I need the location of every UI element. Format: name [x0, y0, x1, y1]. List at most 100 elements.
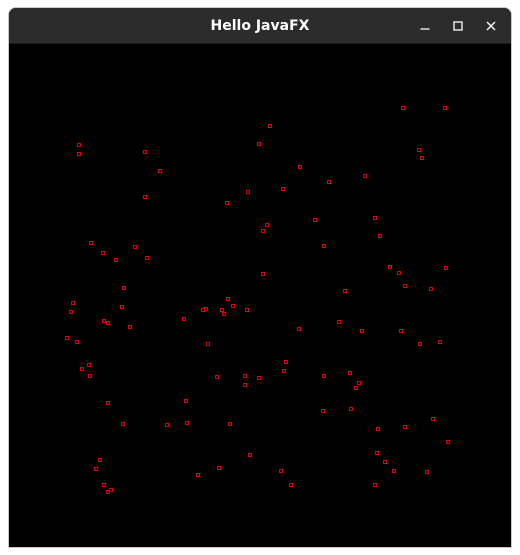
- canvas-dot: [226, 297, 230, 301]
- canvas-dot: [282, 369, 286, 373]
- canvas-dot: [392, 469, 396, 473]
- canvas-dot: [298, 165, 302, 169]
- canvas-dot: [349, 407, 353, 411]
- canvas-dot: [337, 320, 341, 324]
- canvas-dot: [143, 195, 147, 199]
- canvas-dot: [65, 336, 69, 340]
- canvas-dot: [128, 325, 132, 329]
- canvas-dot: [106, 321, 110, 325]
- canvas-dot: [77, 152, 81, 156]
- canvas-dot: [360, 329, 364, 333]
- canvas-dot: [143, 150, 147, 154]
- canvas-dot: [313, 218, 317, 222]
- canvas-dot: [102, 319, 106, 323]
- minimize-button[interactable]: [413, 14, 437, 38]
- canvas-dot: [184, 399, 188, 403]
- canvas-dot: [165, 423, 169, 427]
- canvas-dot: [425, 470, 429, 474]
- canvas-dot: [399, 329, 403, 333]
- canvas-dot: [376, 427, 380, 431]
- canvas-dot: [121, 422, 125, 426]
- canvas-dot: [261, 229, 265, 233]
- canvas-dot: [88, 374, 92, 378]
- canvas-dot: [348, 371, 352, 375]
- canvas-dot: [106, 490, 110, 494]
- canvas-dot: [206, 342, 210, 346]
- drawing-canvas[interactable]: [9, 44, 511, 547]
- canvas-dot: [215, 375, 219, 379]
- canvas-dot: [289, 483, 293, 487]
- canvas-dot: [122, 286, 126, 290]
- canvas-dot: [204, 307, 208, 311]
- canvas-dot: [268, 124, 272, 128]
- canvas-dot: [120, 305, 124, 309]
- canvas-dot: [431, 417, 435, 421]
- canvas-dot: [446, 440, 450, 444]
- canvas-dot: [383, 460, 387, 464]
- canvas-dot: [378, 234, 382, 238]
- canvas-dot: [327, 180, 331, 184]
- canvas-dot: [257, 142, 261, 146]
- app-window: Hello JavaFX: [9, 8, 511, 547]
- canvas-dot: [185, 421, 189, 425]
- canvas-dot: [257, 376, 261, 380]
- minimize-icon: [420, 28, 430, 30]
- canvas-dot: [417, 148, 421, 152]
- canvas-dot: [373, 216, 377, 220]
- close-button[interactable]: [479, 14, 503, 38]
- canvas-dot: [77, 143, 81, 147]
- title-bar[interactable]: Hello JavaFX: [9, 8, 511, 44]
- canvas-dot: [71, 301, 75, 305]
- canvas-dot: [297, 327, 301, 331]
- canvas-dot: [225, 201, 229, 205]
- canvas-dot: [279, 469, 283, 473]
- canvas-dot: [158, 169, 162, 173]
- canvas-dot: [322, 374, 326, 378]
- canvas-dot: [89, 241, 93, 245]
- canvas-dot: [363, 174, 367, 178]
- maximize-button[interactable]: [446, 14, 470, 38]
- canvas-dot: [375, 451, 379, 455]
- canvas-dot: [443, 106, 447, 110]
- canvas-dot: [357, 381, 361, 385]
- canvas-dot: [69, 310, 73, 314]
- canvas-dot: [245, 308, 249, 312]
- canvas-dot: [106, 401, 110, 405]
- canvas-dot: [75, 340, 79, 344]
- dots-layer: [65, 106, 450, 494]
- canvas-dot: [248, 453, 252, 457]
- canvas-dot: [401, 106, 405, 110]
- canvas-dot: [243, 383, 247, 387]
- canvas-dot: [217, 466, 221, 470]
- canvas-dot: [231, 304, 235, 308]
- canvas-dot: [228, 422, 232, 426]
- canvas-dot: [321, 409, 325, 413]
- canvas-dot: [196, 473, 200, 477]
- canvas-dot: [388, 265, 392, 269]
- canvas-dot: [265, 223, 269, 227]
- canvas-dot: [80, 367, 84, 371]
- canvas-dot: [246, 190, 250, 194]
- canvas-dot: [429, 287, 433, 291]
- canvas-dot: [87, 363, 91, 367]
- canvas-dot: [114, 258, 118, 262]
- canvas-dot: [284, 360, 288, 364]
- canvas-dot: [418, 342, 422, 346]
- canvas-dot: [322, 244, 326, 248]
- canvas-dot: [182, 317, 186, 321]
- canvas-dot: [222, 312, 226, 316]
- canvas-dot: [444, 266, 448, 270]
- canvas-dot: [94, 467, 98, 471]
- canvas-dot: [438, 340, 442, 344]
- canvas-dot: [343, 289, 347, 293]
- close-icon: [486, 21, 496, 31]
- canvas-dot: [373, 483, 377, 487]
- canvas-dot: [420, 156, 424, 160]
- canvas-dot: [133, 245, 137, 249]
- canvas-dot: [102, 483, 106, 487]
- canvas-dot: [145, 256, 149, 260]
- canvas-dot: [220, 308, 224, 312]
- canvas-dot: [403, 284, 407, 288]
- canvas-dot: [354, 386, 358, 390]
- canvas-dot: [397, 271, 401, 275]
